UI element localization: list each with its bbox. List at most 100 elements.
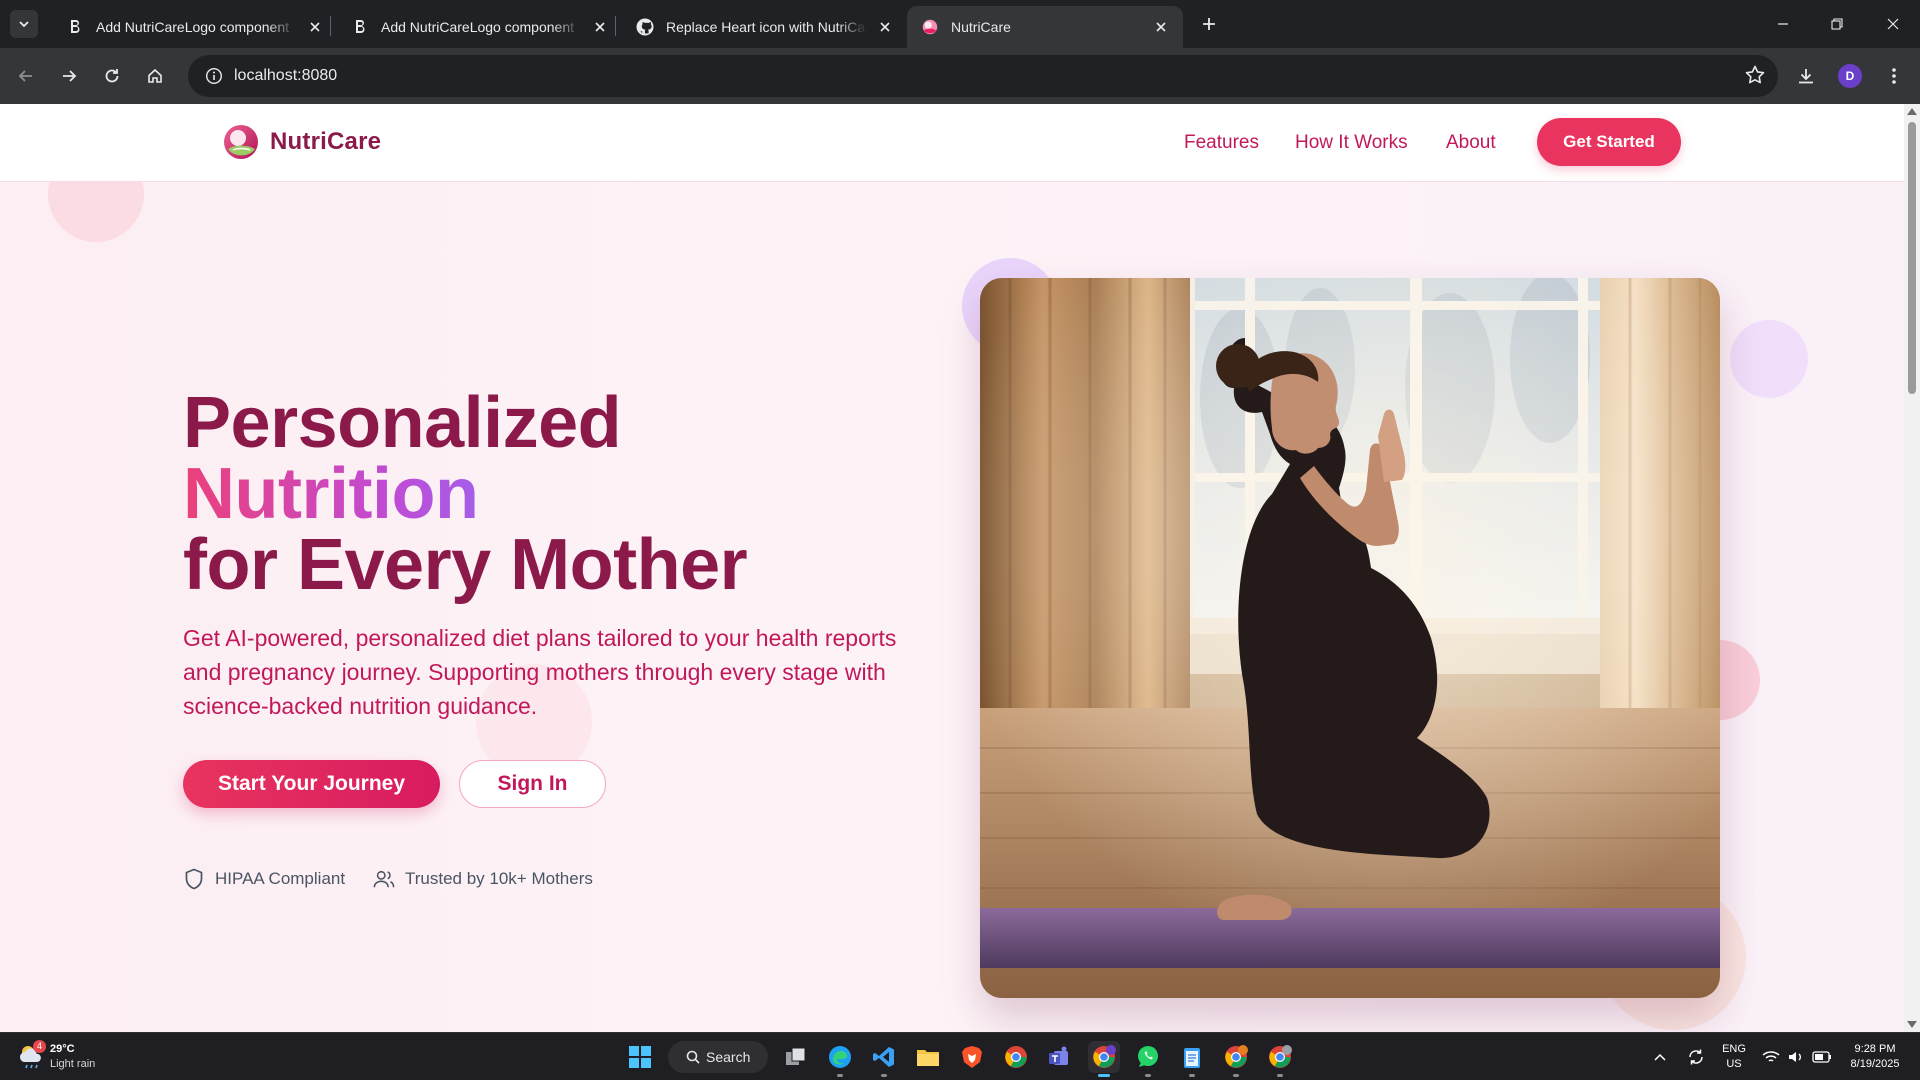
chrome-profile-2-app[interactable]: [1220, 1041, 1252, 1077]
chrome-icon: [1005, 1046, 1027, 1068]
chrome-icon: [1269, 1045, 1292, 1068]
download-icon: [1799, 69, 1813, 84]
reload-icon: [105, 69, 119, 83]
start-button[interactable]: [624, 1041, 656, 1073]
weather-temp: 29°C: [50, 1043, 75, 1055]
tab-divider: [615, 16, 616, 36]
decorative-circle: [1730, 320, 1808, 398]
profile-avatar[interactable]: D: [1838, 64, 1862, 88]
wifi-icon: [1762, 1051, 1780, 1062]
browser-tab-3[interactable]: Replace Heart icon with NutriCareLogo: [622, 6, 907, 48]
minimize-icon: [1778, 23, 1788, 25]
reload-button[interactable]: [96, 60, 128, 92]
start-journey-button[interactable]: Start Your Journey: [183, 760, 440, 808]
sign-in-button[interactable]: Sign In: [459, 760, 606, 808]
users-icon: [373, 868, 395, 890]
clock[interactable]: 9:28 PM 8/19/2025: [1840, 1042, 1910, 1072]
volume-icon: [1789, 1052, 1801, 1062]
chrome-profile-3-app[interactable]: [1264, 1041, 1296, 1077]
minimize-button[interactable]: [1756, 0, 1810, 48]
weather-condition: Light rain: [50, 1058, 96, 1070]
page-scrollbar[interactable]: [1904, 104, 1920, 1032]
close-tab-icon[interactable]: [1151, 17, 1171, 37]
notepad-icon: [1184, 1048, 1200, 1068]
clock-time: 9:28 PM: [1854, 1043, 1896, 1055]
language-line-2: US: [1726, 1058, 1742, 1070]
file-explorer-app[interactable]: [912, 1041, 944, 1073]
close-tab-icon[interactable]: [875, 17, 895, 37]
show-hidden-icons-button[interactable]: [1648, 1041, 1672, 1073]
hipaa-badge: HIPAA Compliant: [183, 868, 345, 890]
task-view-button[interactable]: [780, 1041, 812, 1073]
hero-image: [980, 278, 1720, 998]
browser-tab-1[interactable]: Add NutriCareLogo component: [52, 6, 337, 48]
nav-link-about[interactable]: About: [1446, 132, 1496, 154]
hero-title-line-3: for Every Mother: [183, 525, 748, 605]
site-info-icon[interactable]: [194, 55, 234, 97]
chrome-profile-app-active[interactable]: [1088, 1041, 1120, 1077]
whatsapp-app[interactable]: [1132, 1041, 1164, 1077]
forward-button[interactable]: [53, 60, 85, 92]
tab-search-button[interactable]: [10, 10, 38, 38]
bolt-b-icon: [351, 18, 369, 36]
scroll-up-arrow-icon[interactable]: [1907, 108, 1917, 115]
chevron-up-icon: [1654, 1053, 1666, 1061]
chevron-down-icon: [19, 21, 29, 28]
nutricare-icon: [921, 18, 939, 36]
vscode-app[interactable]: [868, 1041, 900, 1077]
nav-link-how-it-works[interactable]: How It Works: [1295, 132, 1408, 154]
close-window-button[interactable]: [1866, 0, 1920, 48]
brave-app[interactable]: [956, 1041, 988, 1073]
chrome-icon: [1225, 1045, 1248, 1068]
chrome-app[interactable]: [1000, 1041, 1032, 1073]
battery-icon: [1812, 1051, 1831, 1063]
scrollbar-thumb[interactable]: [1908, 122, 1916, 394]
edge-app[interactable]: [824, 1041, 856, 1077]
bookmark-star-icon[interactable]: [1744, 64, 1766, 91]
weather-widget[interactable]: 4 29°C Light rain: [14, 1040, 114, 1074]
shield-icon: [183, 868, 205, 890]
hero-description: Get AI-powered, personalized diet plans …: [183, 625, 897, 719]
chrome-icon: [1093, 1045, 1116, 1068]
language-line-1: ENG: [1722, 1043, 1746, 1055]
close-tab-icon[interactable]: [305, 17, 325, 37]
close-icon: [1887, 18, 1899, 30]
get-started-button[interactable]: Get Started: [1537, 118, 1681, 166]
teams-icon: [1049, 1046, 1068, 1065]
github-icon: [636, 18, 654, 36]
brand-logo[interactable]: NutriCare: [222, 122, 381, 162]
new-tab-button[interactable]: [1195, 10, 1223, 38]
sync-tray-button[interactable]: [1682, 1041, 1710, 1073]
windows-logo-icon: [629, 1046, 651, 1068]
scroll-down-arrow-icon[interactable]: [1907, 1021, 1917, 1028]
taskbar-search[interactable]: Search: [668, 1041, 768, 1073]
restore-button[interactable]: [1810, 0, 1864, 48]
hero-title-line-1: Personalized: [183, 383, 622, 463]
hero-title: Personalized Nutrition for Every Mother: [183, 383, 748, 605]
home-button[interactable]: [139, 60, 171, 92]
trusted-label: Trusted by 10k+ Mothers: [405, 869, 593, 888]
tab-title: Add NutriCareLogo component: [96, 19, 290, 35]
bolt-b-icon: [66, 18, 84, 36]
language-indicator[interactable]: ENG US: [1718, 1042, 1750, 1072]
kebab-menu-icon: [1892, 68, 1896, 84]
whatsapp-icon: [1138, 1046, 1158, 1067]
hipaa-label: HIPAA Compliant: [215, 869, 346, 888]
brand-name: NutriCare: [270, 128, 382, 155]
clock-date: 8/19/2025: [1850, 1058, 1900, 1070]
hero-title-highlight: Nutrition: [183, 454, 479, 534]
tab-title: Add NutriCareLogo component: [381, 19, 575, 35]
address-bar[interactable]: localhost:8080: [188, 55, 1778, 97]
browser-tab-2[interactable]: Add NutriCareLogo component: [337, 6, 622, 48]
network-volume-battery-group[interactable]: [1762, 1047, 1832, 1067]
close-tab-icon[interactable]: [590, 17, 610, 37]
downloads-button[interactable]: [1790, 60, 1822, 92]
notepad-app[interactable]: [1176, 1041, 1208, 1077]
browser-menu-button[interactable]: [1878, 60, 1910, 92]
teams-app[interactable]: [1044, 1041, 1076, 1073]
plus-icon: [1203, 18, 1215, 30]
back-button[interactable]: [10, 60, 42, 92]
search-label: Search: [706, 1049, 751, 1065]
browser-tab-active[interactable]: NutriCare: [907, 6, 1183, 48]
nav-link-features[interactable]: Features: [1184, 132, 1259, 154]
